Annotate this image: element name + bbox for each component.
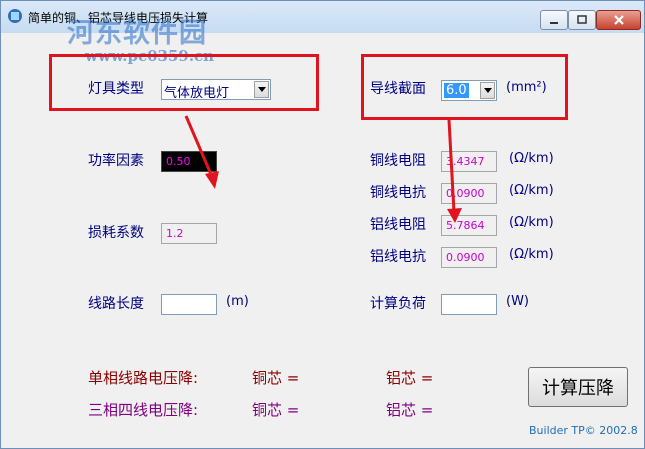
annotation-arrow-left bbox=[184, 115, 219, 189]
close-icon bbox=[613, 15, 624, 25]
app-window: 简单的铜、铝芯导线电压损失计算 河东软件园 www.pc0359.cn 灯具类型… bbox=[0, 0, 645, 449]
maximize-icon bbox=[577, 15, 587, 24]
app-icon bbox=[8, 9, 22, 23]
annotation-arrow-right bbox=[447, 119, 462, 223]
maximize-button[interactable] bbox=[568, 10, 596, 30]
close-button[interactable] bbox=[596, 10, 641, 30]
annotation-arrows bbox=[184, 115, 462, 223]
form-area: 灯具类型 气体放电灯 导线截面 6.0 (mm²) 功率因素 0.50 铜线电阻… bbox=[9, 33, 638, 441]
minimize-icon bbox=[550, 22, 558, 24]
title-bar[interactable]: 简单的铜、铝芯导线电压损失计算 河东软件园 bbox=[1, 1, 644, 49]
minimize-button[interactable] bbox=[540, 10, 568, 30]
